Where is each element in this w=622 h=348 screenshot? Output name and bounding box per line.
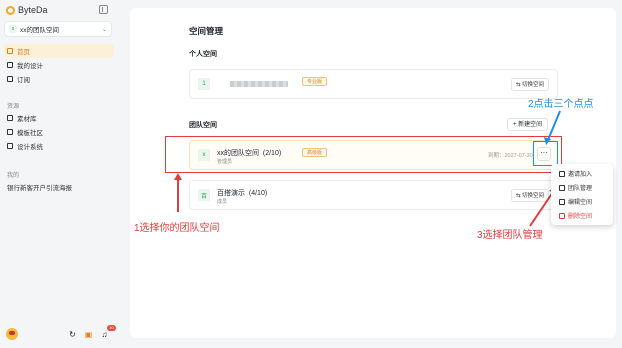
- sidebar-item-label: 模板社区: [17, 130, 43, 137]
- logo-icon: [6, 5, 15, 15]
- template-icon: [7, 129, 13, 135]
- space-options-menu: 邀请加入 团队管理 编辑空间 删除空间: [551, 164, 613, 225]
- user-icon: [559, 184, 565, 191]
- notification-badge: 30: [107, 325, 116, 331]
- team-space-name: 百搭演示 (4/10): [217, 190, 268, 197]
- gift-icon[interactable]: ▣: [84, 330, 93, 339]
- sidebar-item-templates[interactable]: 模板社区: [4, 125, 114, 139]
- space-badge: 1: [198, 78, 210, 90]
- menu-item-label: 邀请加入: [568, 172, 593, 178]
- space-selector-label: xx的团队空间: [20, 27, 59, 34]
- team-space-card-2[interactable]: 百 百搭演示 (4/10) 成员 ⇆ 切换空间: [189, 180, 558, 210]
- bell-icon[interactable]: ♫: [100, 330, 109, 339]
- mine-nav: 我的 银行新客开户引流海报: [4, 168, 114, 194]
- team-space-role: 成员: [217, 199, 228, 205]
- menu-item-edit[interactable]: 编辑空间: [559, 197, 592, 206]
- annotation-step1: 1选择你的团队空间: [134, 223, 220, 234]
- resources-nav: 资源 素材库 模板社区 设计系统: [4, 99, 114, 153]
- sidebar-item-label: 订阅: [17, 77, 30, 84]
- home-icon: [7, 48, 13, 54]
- switch-space-button[interactable]: ⇆ 切换空间: [510, 78, 549, 91]
- trash-icon: [559, 212, 565, 219]
- image-icon: [7, 115, 13, 121]
- menu-item-label: 编辑空间: [568, 200, 593, 206]
- invite-icon: [559, 170, 565, 177]
- space-badge: x: [9, 25, 17, 33]
- sidebar-item-recent-design[interactable]: 银行新客开户引流海报: [4, 180, 114, 194]
- sidebar-item-label: 设计系统: [17, 144, 43, 151]
- section-resources: 资源: [7, 103, 20, 110]
- team-space-title: 团队空间: [189, 122, 217, 129]
- annotation-step2: 2点击三个点点: [528, 99, 594, 110]
- menu-item-label: 团队管理: [568, 186, 593, 192]
- section-mine: 我的: [7, 172, 20, 179]
- main-nav: 首页 我的设计 订阅: [4, 44, 114, 86]
- blurred-space-name: [230, 81, 288, 87]
- chevron-down-icon: ⌄: [101, 26, 107, 33]
- sidebar-item-subscription[interactable]: 订阅: [4, 72, 114, 86]
- app-name: ByteDa: [18, 5, 48, 15]
- palette-icon: [7, 143, 13, 149]
- sidebar-item-assets[interactable]: 素材库: [4, 111, 114, 125]
- sidebar-item-label: 素材库: [17, 116, 37, 123]
- main-panel: 空间管理 个人空间 1 专业版 ⇆ 切换空间 团队空间 + 新建空间 x xx的…: [130, 8, 616, 338]
- sidebar-item-design-system[interactable]: 设计系统: [4, 139, 114, 153]
- space-badge: 百: [198, 189, 210, 201]
- sidebar-item-my-designs[interactable]: 我的设计: [4, 58, 114, 72]
- grid-icon: [7, 62, 13, 68]
- menu-item-delete[interactable]: 删除空间: [559, 211, 592, 220]
- sidebar-item-label: 银行新客开户引流海报: [7, 185, 72, 192]
- new-space-button[interactable]: + 新建空间: [507, 118, 549, 131]
- personal-space-title: 个人空间: [189, 51, 217, 58]
- sidebar-bottom-bar: ↻ ▣ ♫ 30: [0, 325, 118, 344]
- annotation-box-team-space: [165, 136, 562, 173]
- avatar[interactable]: [6, 328, 18, 340]
- collapse-sidebar-icon[interactable]: [99, 5, 108, 14]
- sidebar: ByteDa x xx的团队空间 ⌄ 首页 我的设计 订阅 资源 素材库 模板社…: [0, 0, 118, 348]
- switch-space-button[interactable]: ⇆ 切换空间: [510, 189, 549, 202]
- page-title: 空间管理: [189, 26, 224, 36]
- app-logo[interactable]: ByteDa: [6, 5, 48, 15]
- sidebar-item-label: 首页: [17, 49, 30, 56]
- sidebar-item-home[interactable]: 首页: [4, 44, 114, 58]
- card-icon: [7, 76, 13, 82]
- menu-item-team-manage[interactable]: 团队管理: [559, 183, 592, 192]
- help-icon[interactable]: ↻: [68, 330, 77, 339]
- annotation-step3: 3选择团队管理: [477, 230, 543, 241]
- sidebar-item-label: 我的设计: [17, 63, 43, 70]
- menu-item-label: 删除空间: [568, 214, 593, 220]
- space-selector[interactable]: x xx的团队空间 ⌄: [4, 21, 112, 37]
- edit-icon: [559, 198, 565, 205]
- personal-space-card[interactable]: 1 专业版 ⇆ 切换空间: [189, 69, 558, 99]
- menu-item-invite[interactable]: 邀请加入: [559, 169, 592, 178]
- annotation-box-more-button: [533, 141, 558, 166]
- plan-tag: 专业版: [302, 77, 328, 86]
